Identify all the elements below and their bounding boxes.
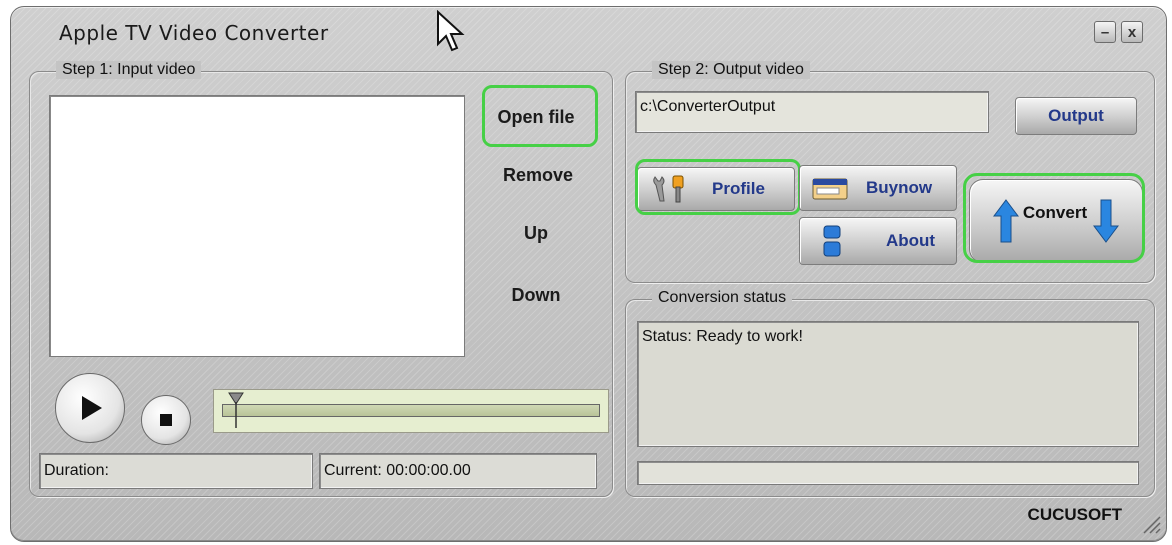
status-legend: Conversion status [652, 289, 793, 307]
buynow-button[interactable]: Buynow [799, 165, 957, 211]
info-icon [823, 225, 841, 257]
minimize-button[interactable]: – [1094, 21, 1116, 43]
open-file-button[interactable]: Open file [481, 107, 591, 128]
buynow-button-label: Buynow [866, 178, 933, 197]
step1-legend: Step 1: Input video [56, 61, 202, 79]
convert-button[interactable]: Convert [969, 179, 1143, 263]
close-icon: x [1127, 23, 1137, 41]
input-file-list[interactable] [49, 95, 465, 357]
arrow-down-icon [1093, 199, 1120, 243]
main-window: Apple TV Video Converter – x Step 1: Inp… [10, 6, 1167, 542]
conversion-progress-bar [637, 461, 1139, 485]
step2-legend: Step 2: Output video [652, 61, 810, 79]
down-button[interactable]: Down [481, 285, 591, 306]
play-button[interactable] [55, 373, 125, 443]
status-text-area: Status: Ready to work! [637, 321, 1139, 447]
resize-grip-icon[interactable] [1140, 513, 1162, 535]
brand-logo: CUCUSOFT [1027, 505, 1122, 524]
output-path-field[interactable]: c:\ConverterOutput [635, 91, 989, 133]
close-button[interactable]: x [1121, 21, 1143, 43]
seek-handle-icon[interactable] [228, 392, 244, 430]
minimize-icon: – [1100, 23, 1110, 41]
up-button[interactable]: Up [481, 223, 591, 244]
play-icon [82, 396, 102, 420]
visa-card-icon [812, 178, 848, 200]
mouse-cursor-icon [437, 10, 465, 52]
duration-field: Duration: [39, 453, 313, 489]
window-title: Apple TV Video Converter [59, 21, 329, 45]
output-button-label: Output [1048, 106, 1104, 125]
stop-icon [160, 414, 172, 426]
arrow-up-icon [992, 199, 1019, 243]
about-button-label: About [886, 231, 936, 250]
current-time-field: Current: 00:00:00.00 [319, 453, 597, 489]
tools-icon [653, 175, 684, 203]
stop-button[interactable] [141, 395, 191, 445]
seek-track[interactable] [213, 389, 609, 433]
remove-button[interactable]: Remove [483, 165, 593, 186]
convert-button-label: Convert [1022, 203, 1088, 222]
about-button[interactable]: About [799, 217, 957, 265]
output-button[interactable]: Output [1015, 97, 1137, 135]
seek-bar[interactable] [222, 404, 600, 417]
profile-button-label: Profile [712, 179, 765, 198]
profile-button[interactable]: Profile [637, 167, 795, 211]
